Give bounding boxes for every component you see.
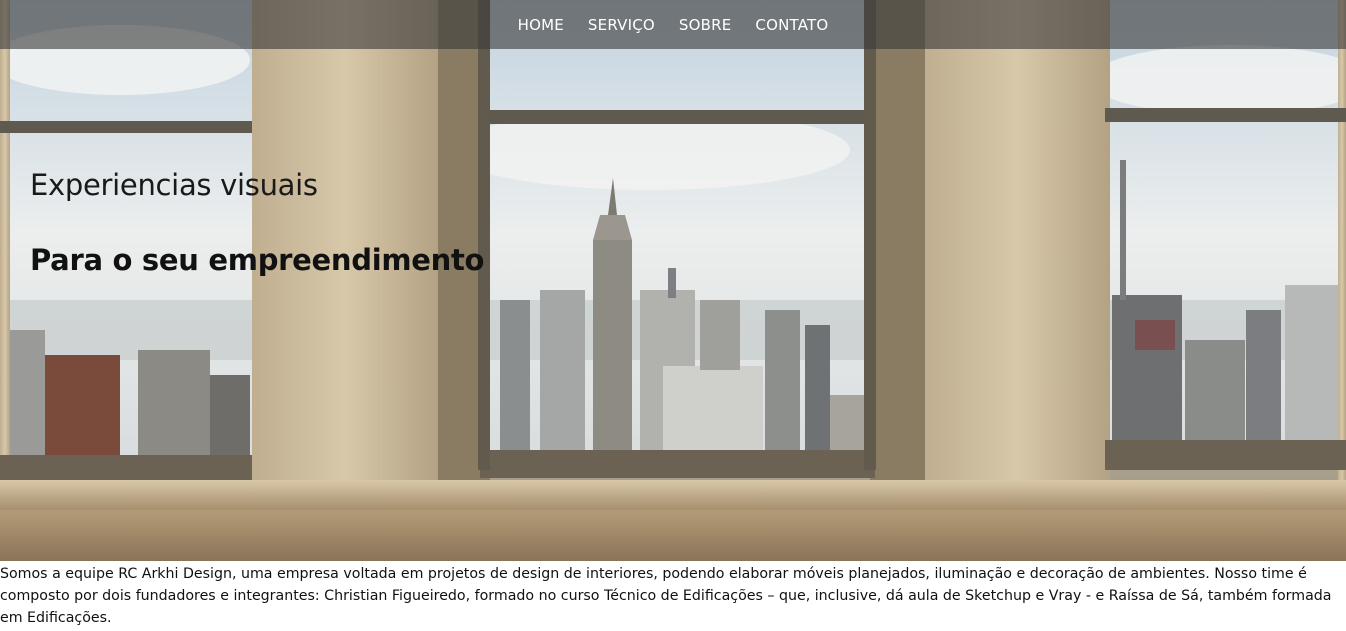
hero-subtitle: Para o seu empreendimento bbox=[30, 243, 485, 277]
top-navigation: HOME SERVIÇO SOBRE CONTATO bbox=[0, 0, 1346, 49]
nav-link-sobre[interactable]: SOBRE bbox=[667, 16, 744, 34]
nav-link-servico[interactable]: SERVIÇO bbox=[576, 16, 667, 34]
hero-banner: HOME SERVIÇO SOBRE CONTATO Experiencias … bbox=[0, 0, 1346, 561]
nav-link-home[interactable]: HOME bbox=[506, 16, 576, 34]
nav-link-contato[interactable]: CONTATO bbox=[743, 16, 840, 34]
about-paragraph: Somos a equipe RC Arkhi Design, uma empr… bbox=[0, 566, 1332, 626]
hero-background-image bbox=[0, 0, 1346, 561]
hero-title: Experiencias visuais bbox=[30, 168, 318, 202]
